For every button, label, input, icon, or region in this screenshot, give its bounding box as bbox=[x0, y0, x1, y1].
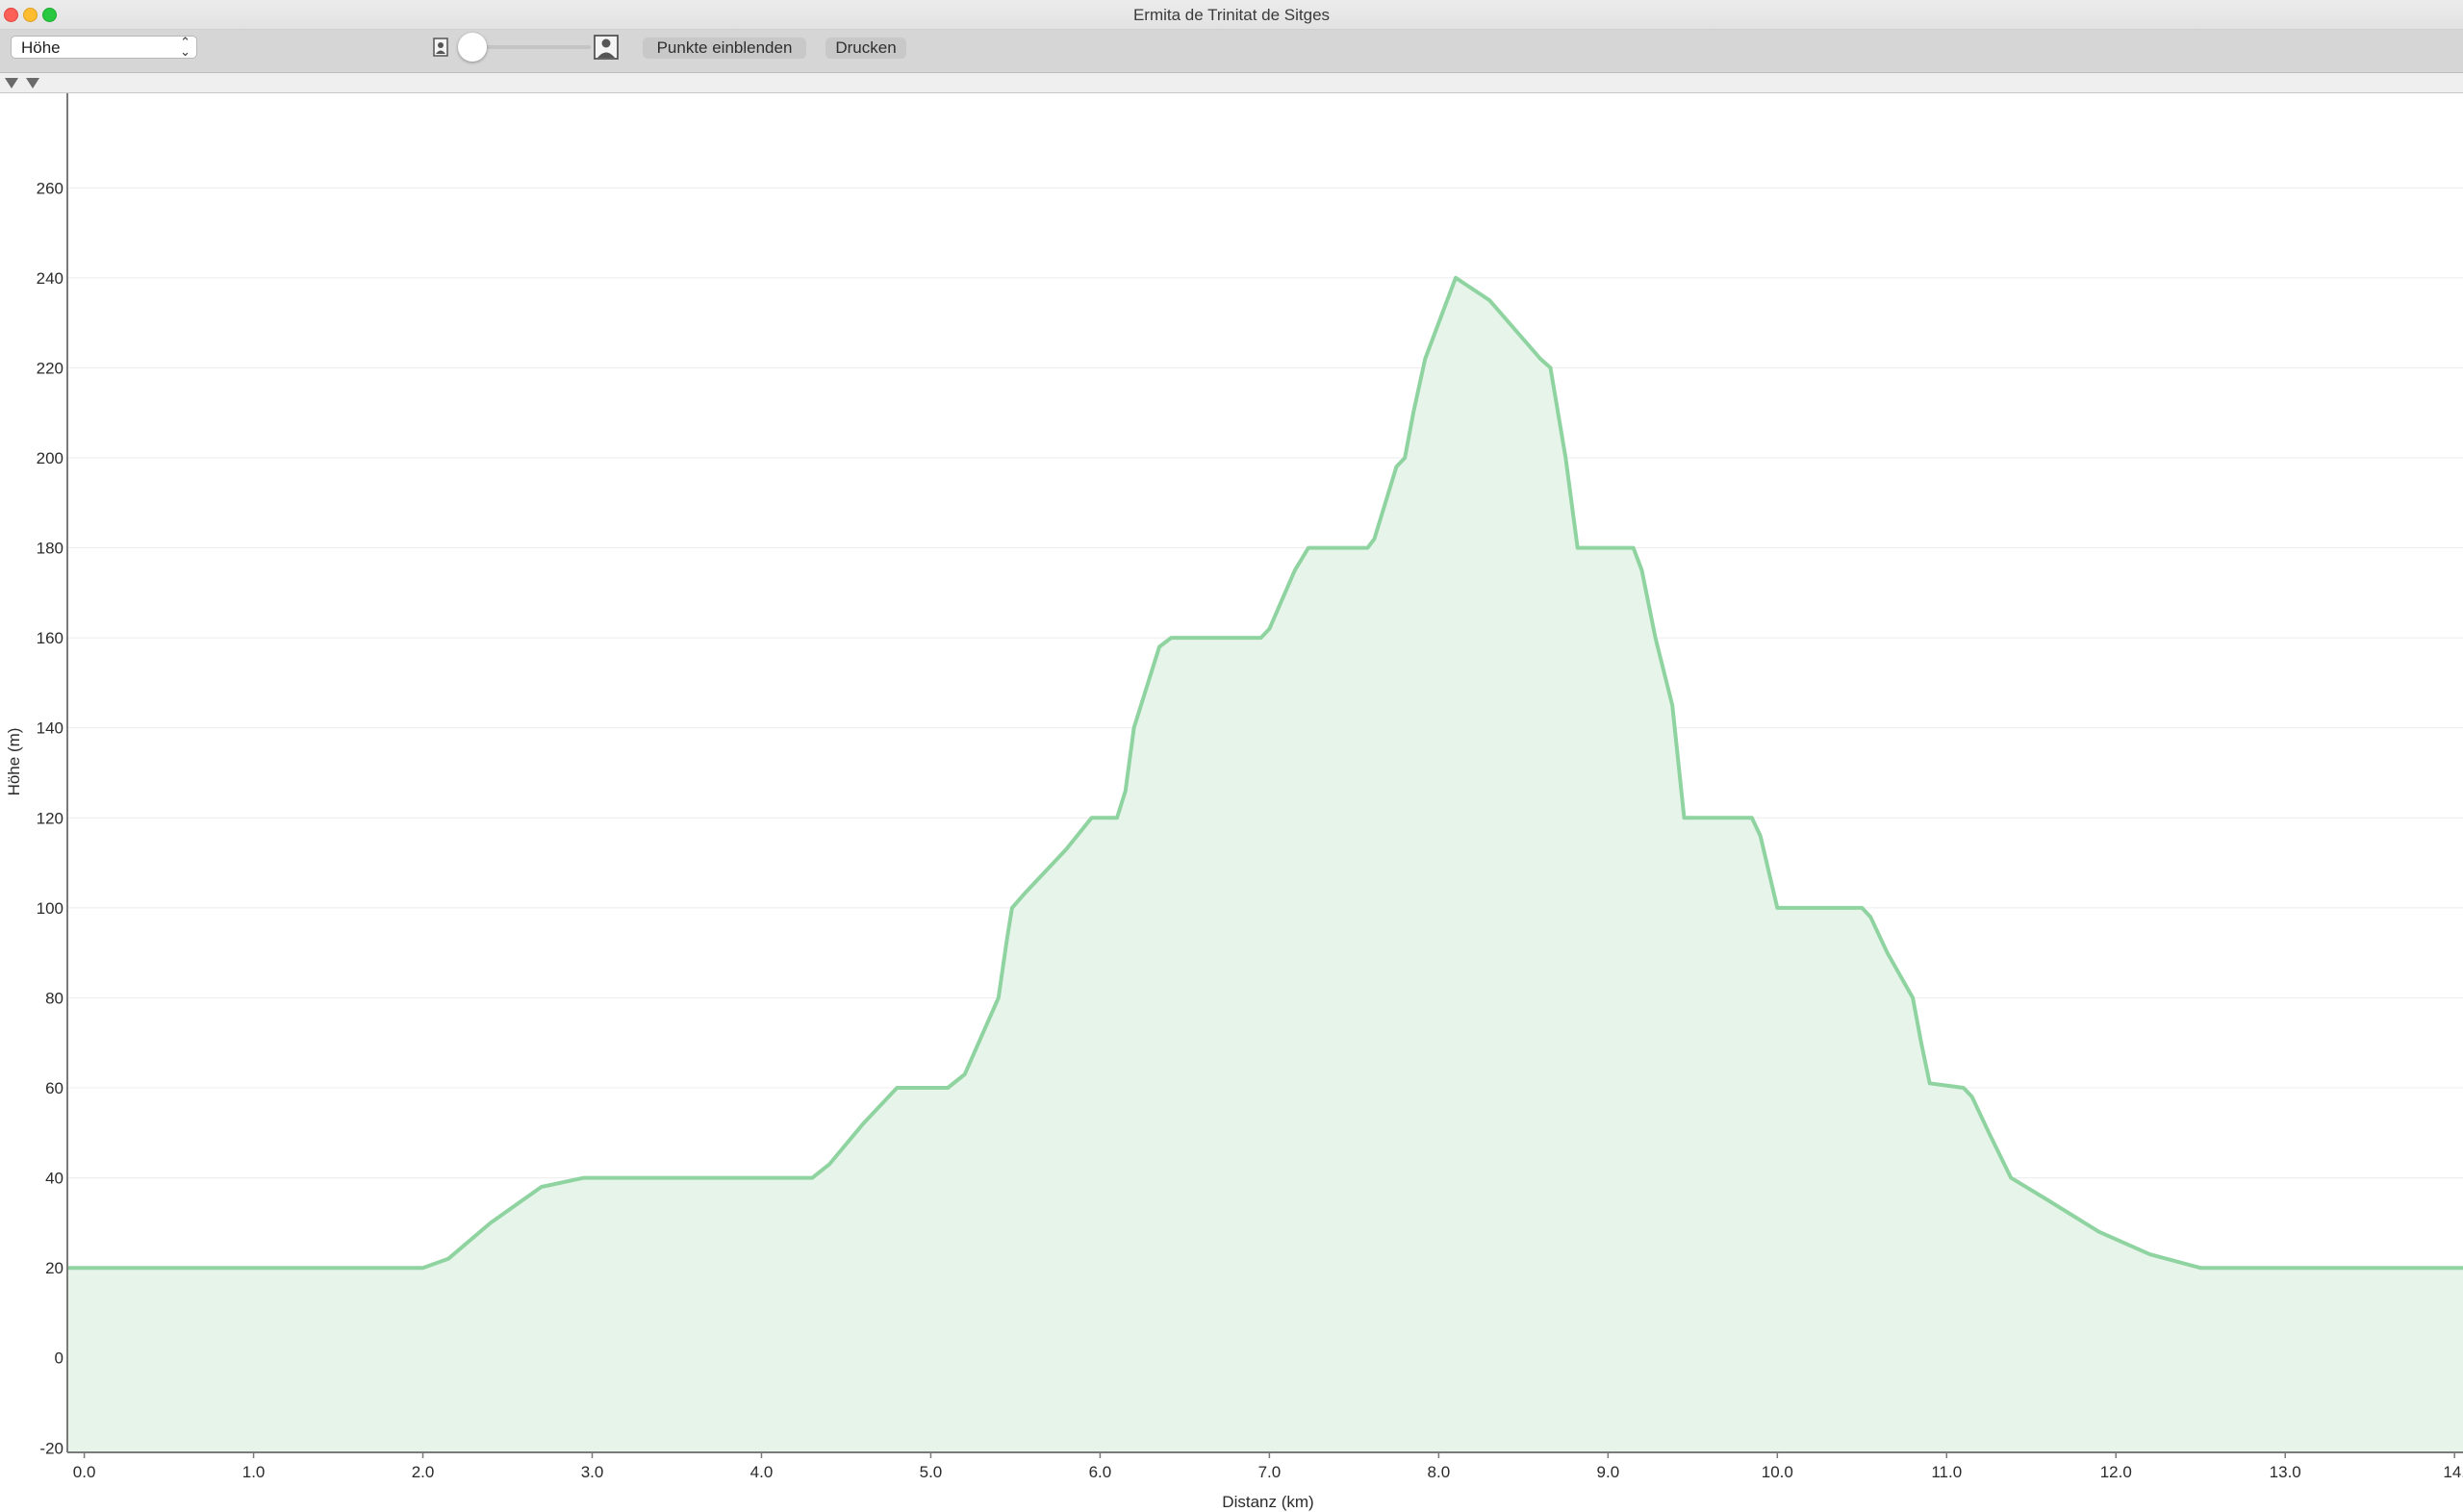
x-axis-label: Distanz (km) bbox=[1222, 1493, 1313, 1511]
metric-select[interactable]: Höhe ⌃ ⌄ bbox=[11, 36, 197, 59]
image-large-icon[interactable] bbox=[594, 35, 619, 60]
x-tick-label: 13.0 bbox=[2270, 1463, 2301, 1481]
x-tick-label: 5.0 bbox=[920, 1463, 943, 1481]
x-tick-label: 10.0 bbox=[1762, 1463, 1793, 1481]
elevation-chart: -20020406080100120140160180200220240260 … bbox=[5, 93, 2463, 1511]
window-title: Ermita de Trinitat de Sitges bbox=[1132, 6, 1331, 24]
y-tick-label: 180 bbox=[37, 540, 63, 558]
y-axis-label: Höhe (m) bbox=[5, 728, 23, 796]
x-tick-label: 1.0 bbox=[242, 1463, 266, 1481]
y-tick-label: 160 bbox=[37, 629, 63, 647]
y-tick-labels: -20 0 20 40 60 80 100 120 140 160 180 200 220 240 260 bbox=[37, 179, 63, 1457]
x-tick-label: 11.0 bbox=[1931, 1463, 1962, 1481]
y-tick-label: 80 bbox=[45, 989, 63, 1007]
range-marker-bar bbox=[0, 73, 2463, 93]
x-tick-label: 4.0 bbox=[750, 1463, 774, 1481]
x-tick-label: 2.0 bbox=[412, 1463, 435, 1481]
y-tick-label: 260 bbox=[37, 179, 63, 197]
y-tick-label: 240 bbox=[37, 269, 63, 288]
y-tick-label: 200 bbox=[37, 449, 63, 467]
title-bar: Ermita de Trinitat de Sitges bbox=[0, 0, 2463, 30]
y-tick-label: 100 bbox=[37, 899, 63, 918]
x-tick-label: 7.0 bbox=[1258, 1463, 1282, 1481]
y-tick-label: 140 bbox=[37, 719, 63, 738]
x-tick-label: 6.0 bbox=[1089, 1463, 1112, 1481]
x-tick-label: 3.0 bbox=[581, 1463, 604, 1481]
y-tick-label: -20 bbox=[39, 1439, 63, 1457]
x-tick-label: 14. bbox=[2443, 1463, 2463, 1481]
y-tick-label: 20 bbox=[45, 1259, 63, 1277]
x-tick-label: 0.0 bbox=[73, 1463, 96, 1481]
chevron-updown-icon: ⌃ ⌄ bbox=[180, 35, 190, 59]
elevation-area bbox=[67, 277, 2463, 1452]
show-points-button[interactable]: Punkte einblenden bbox=[643, 38, 806, 59]
metric-select-value: Höhe bbox=[21, 38, 61, 57]
y-tick-label: 40 bbox=[45, 1170, 63, 1188]
zoom-slider-thumb[interactable] bbox=[457, 33, 487, 62]
y-tick-label: 120 bbox=[37, 809, 63, 827]
y-tick-label: 220 bbox=[37, 359, 63, 377]
print-button[interactable]: Drucken bbox=[825, 38, 906, 59]
y-tick-label: 0 bbox=[55, 1349, 63, 1368]
toolbar: Höhe ⌃ ⌄ Punkte einblenden Drucken bbox=[0, 30, 2463, 73]
y-tick-label: 60 bbox=[45, 1079, 63, 1097]
x-tick-labels: 0.0 1.0 2.0 3.0 4.0 5.0 6.0 7.0 8.0 9.0 10.0 11.0 12… bbox=[73, 1452, 2463, 1481]
image-small-icon[interactable] bbox=[433, 38, 448, 57]
x-tick-label: 9.0 bbox=[1597, 1463, 1620, 1481]
range-end-triangle-down-icon[interactable] bbox=[25, 76, 40, 89]
range-start-triangle-down-icon[interactable] bbox=[4, 76, 19, 89]
x-tick-label: 8.0 bbox=[1428, 1463, 1451, 1481]
x-tick-label: 12.0 bbox=[2100, 1463, 2132, 1481]
